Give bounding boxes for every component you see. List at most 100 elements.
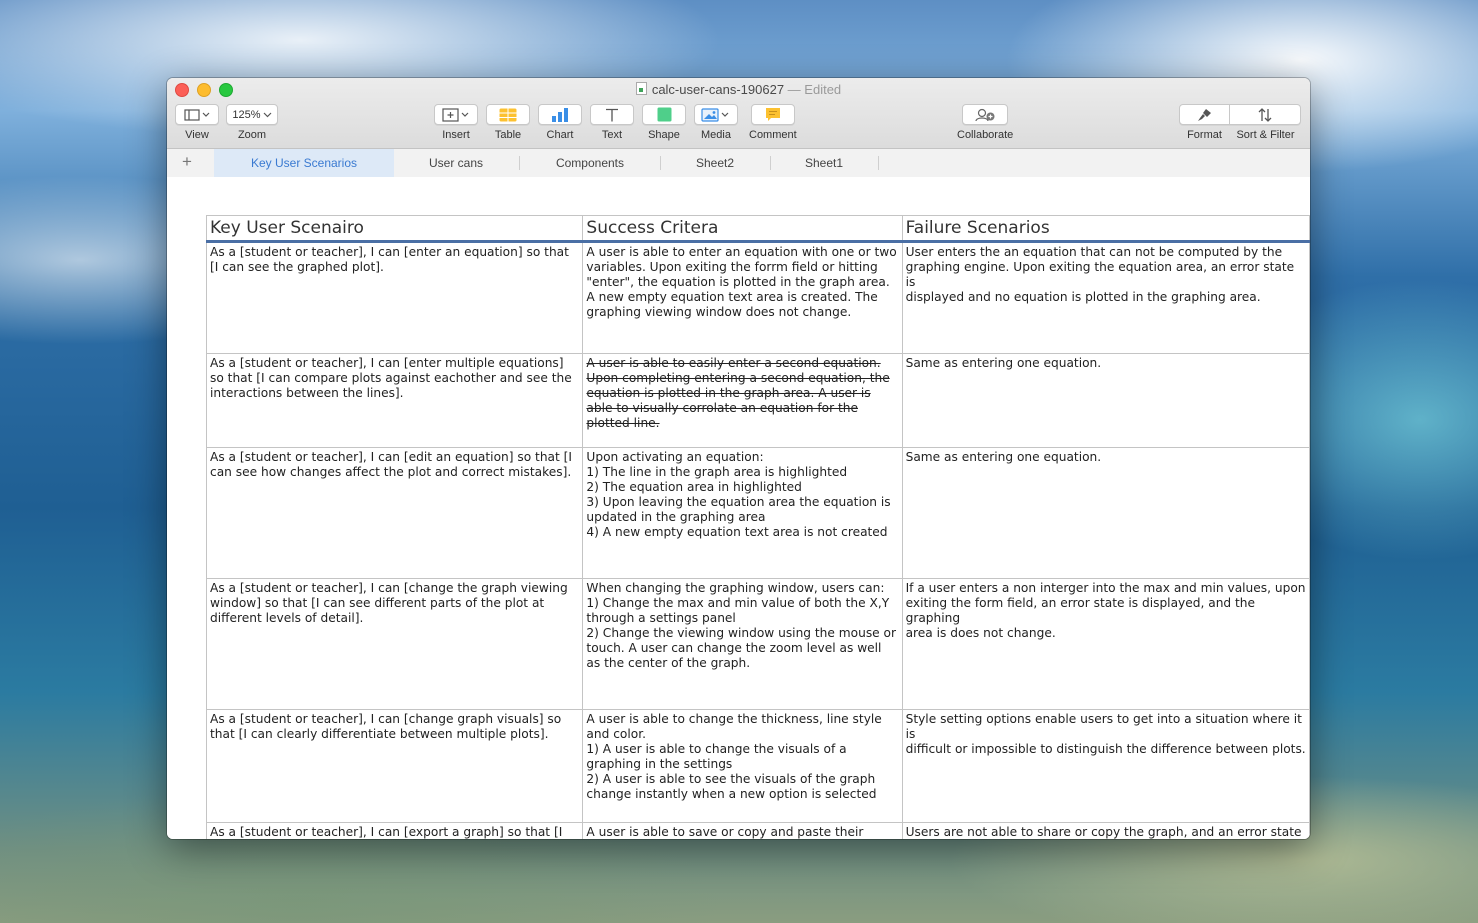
table-row: As a [student or teacher], I can [enter … — [205, 241, 1310, 354]
success-cell[interactable]: Upon activating an equation: 1) The line … — [582, 447, 903, 579]
view-tool[interactable]: View — [175, 104, 219, 141]
success-line: A user is able to save or copy and paste… — [586, 825, 864, 839]
add-sheet-plus-icon[interactable]: + — [182, 152, 192, 172]
success-cell[interactable]: A user is able to change the thickness, … — [582, 709, 903, 823]
success-line: Upon activating an equation: — [586, 450, 764, 464]
shape-icon — [657, 107, 671, 122]
success-cell[interactable]: When changing the graphing window, users… — [582, 578, 903, 710]
comment-button[interactable] — [750, 104, 795, 125]
zoom-label: Zoom — [237, 129, 267, 141]
text-tool[interactable]: Text — [590, 104, 634, 141]
success-line: 1) A user is able to change the visuals … — [586, 742, 847, 771]
tab-user-cans[interactable]: User cans — [406, 149, 506, 177]
success-line: A user is able to change the thickness, … — [586, 712, 882, 741]
tab-divider — [660, 156, 661, 170]
failure-cell[interactable]: User enters the an equation that can not… — [901, 241, 1310, 354]
tab-sheet2[interactable]: Sheet2 — [670, 149, 760, 177]
text-label: Text — [601, 129, 623, 141]
success-cell[interactable]: A user is able to enter an equation with… — [582, 241, 903, 354]
success-line: A user is able to easily enter a second … — [586, 356, 890, 430]
scenario-cell[interactable]: As a [student or teacher], I can [enter … — [205, 353, 584, 448]
failure-cell[interactable]: Style setting options enable users to ge… — [901, 709, 1310, 823]
tab-sheet1[interactable]: Sheet1 — [780, 149, 868, 177]
window-title: calc-user-cans-190627 — Edited — [167, 82, 1310, 97]
numbers-document-icon — [635, 82, 647, 95]
header-cell-scenario[interactable]: Key User Scenairo — [205, 215, 584, 243]
success-line: 1) The line in the graph area is highlig… — [586, 465, 848, 479]
sheet-tabs-bar: + Key User Scenarios User cans Component… — [167, 149, 1310, 178]
failure-line: Same as entering one equation. — [905, 450, 1102, 464]
chart-tool[interactable]: Chart — [538, 104, 582, 141]
failure-cell[interactable]: Same as entering one equation. — [901, 353, 1310, 448]
sort-filter-label: Sort & Filter — [1236, 129, 1295, 141]
table-row: As a [student or teacher], I can [export… — [205, 822, 1310, 839]
tab-key-user-scenarios[interactable]: Key User Scenarios — [214, 149, 394, 177]
media-tool[interactable]: Media — [694, 104, 738, 141]
sheet-canvas: Key User Scenairo Success Critera Failur… — [167, 177, 1310, 839]
table-button[interactable] — [486, 104, 530, 125]
comment-tool[interactable]: Comment — [749, 104, 797, 141]
failure-line: Style setting options enable users to ge… — [905, 712, 1302, 741]
media-icon — [701, 107, 729, 122]
table-row: As a [student or teacher], I can [change… — [205, 709, 1310, 823]
success-line: 2) A user is able to see the visuals of … — [586, 772, 877, 801]
scenarios-table[interactable]: Key User Scenairo Success Critera Failur… — [205, 215, 1310, 839]
view-button[interactable] — [175, 104, 219, 125]
table-row: As a [student or teacher], I can [enter … — [205, 353, 1310, 448]
success-line: 2) The equation area in highlighted — [586, 480, 802, 494]
success-cell[interactable]: A user is able to easily enter a second … — [582, 353, 903, 448]
scenario-cell[interactable]: As a [student or teacher], I can [change… — [205, 709, 584, 823]
failure-line: Users are not able to share or copy the … — [905, 825, 1302, 839]
failure-line: area is does not change. — [905, 626, 1056, 640]
header-cell-failure[interactable]: Failure Scenarios — [901, 215, 1310, 243]
failure-cell[interactable]: If a user enters a non interger into the… — [901, 578, 1310, 710]
failure-cell[interactable]: Same as entering one equation. — [901, 447, 1310, 579]
scenario-cell[interactable]: As a [student or teacher], I can [change… — [205, 578, 584, 710]
success-cell[interactable]: A user is able to save or copy and paste… — [582, 822, 903, 839]
collaborate-tool[interactable]: Collaborate — [957, 104, 1013, 141]
text-button[interactable] — [590, 104, 634, 125]
shape-tool[interactable]: Shape — [642, 104, 686, 141]
zoom-tool[interactable]: 125% Zoom — [226, 104, 278, 141]
chart-button[interactable] — [538, 104, 582, 125]
tab-divider — [878, 156, 879, 170]
shape-button[interactable] — [642, 104, 686, 125]
tab-components[interactable]: Components — [530, 149, 650, 177]
failure-cell[interactable]: Users are not able to share or copy the … — [901, 822, 1310, 839]
success-line: A user is able to enter an equation with… — [586, 245, 897, 319]
sort-filter-button[interactable] — [1230, 104, 1301, 125]
table-label: Table — [494, 129, 522, 141]
table-row: As a [student or teacher], I can [change… — [205, 578, 1310, 710]
sort-icon — [1258, 107, 1272, 122]
insert-tool[interactable]: Insert — [434, 104, 478, 141]
insert-button[interactable] — [434, 104, 478, 125]
scenario-cell[interactable]: As a [student or teacher], I can [enter … — [205, 241, 584, 354]
scenario-cell[interactable]: As a [student or teacher], I can [edit a… — [205, 447, 584, 579]
chart-label: Chart — [546, 129, 574, 141]
failure-line: graphing engine. Upon exiting the equati… — [905, 260, 1295, 289]
success-line: When changing the graphing window, users… — [586, 581, 885, 595]
header-cell-success[interactable]: Success Critera — [582, 215, 903, 243]
shape-label: Shape — [648, 129, 680, 141]
collaborate-button[interactable] — [962, 104, 1009, 125]
insert-label: Insert — [442, 129, 470, 141]
table-tool[interactable]: Table — [486, 104, 530, 141]
comment-label: Comment — [749, 129, 797, 141]
scenario-cell[interactable]: As a [student or teacher], I can [export… — [205, 822, 584, 839]
media-label: Media — [701, 129, 731, 141]
failure-line: displayed and no equation is plotted in … — [905, 290, 1261, 304]
title-toolbar: calc-user-cans-190627 — Edited View 125%… — [167, 78, 1310, 149]
zoom-select[interactable]: 125% — [226, 104, 278, 125]
success-line: 2) Change the viewing window using the m… — [586, 626, 897, 670]
text-icon — [606, 108, 618, 121]
table-row: As a [student or teacher], I can [edit a… — [205, 447, 1310, 579]
insert-icon — [442, 107, 469, 122]
numbers-window: calc-user-cans-190627 — Edited View 125%… — [167, 78, 1310, 839]
sidebar-icon — [184, 108, 210, 121]
table-icon — [499, 108, 517, 121]
format-button[interactable] — [1179, 104, 1230, 125]
failure-line: User enters the an equation that can not… — [905, 245, 1283, 259]
zoom-value: 125% — [232, 108, 261, 121]
failure-line: difficult or impossible to distinguish t… — [905, 742, 1306, 756]
media-button[interactable] — [694, 104, 738, 125]
